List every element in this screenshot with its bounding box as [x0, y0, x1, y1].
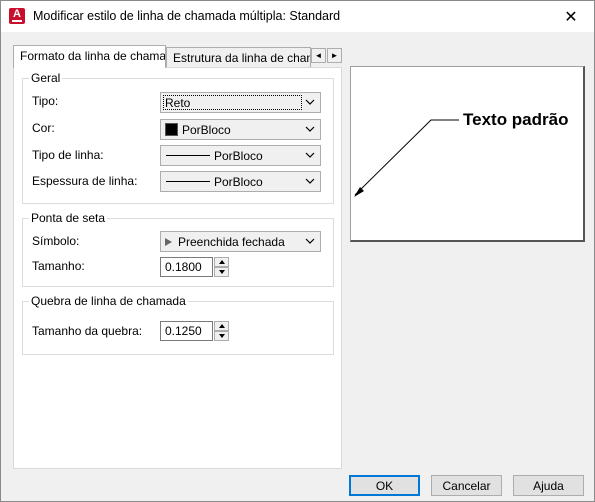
chevron-down-icon	[305, 99, 315, 105]
preview-text: Texto padrão	[463, 110, 569, 129]
close-button[interactable]: ✕	[548, 1, 594, 32]
window-title: Modificar estilo de linha de chamada múl…	[33, 9, 341, 23]
color-label: Cor:	[32, 121, 55, 135]
type-value: Reto	[165, 96, 191, 110]
break-size-input[interactable]: 0.1250	[160, 321, 213, 341]
linetype-dropdown[interactable]: PorBloco	[160, 145, 321, 166]
line-sample-icon	[166, 181, 210, 182]
break-size-stepper: 0.1250	[160, 321, 230, 341]
tab-scroll-left-button[interactable]: ◄	[311, 48, 326, 63]
color-dropdown[interactable]: PorBloco	[160, 119, 321, 140]
chevron-down-icon	[305, 152, 315, 158]
arrow-size-stepper: 0.1800	[160, 257, 230, 277]
spinner-buttons	[214, 257, 229, 277]
lineweight-label: Espessura de linha:	[32, 174, 138, 188]
chevron-down-icon	[305, 238, 315, 244]
tab-leader-structure[interactable]: Estrutura da linha de chamada	[166, 47, 311, 68]
decrement-button[interactable]	[214, 267, 229, 277]
type-label: Tipo:	[32, 94, 59, 108]
symbol-value-wrap: Preenchida fechada	[165, 235, 285, 249]
tab-scroll-right-button[interactable]: ►	[327, 48, 342, 63]
preview-pane: Texto padrão	[350, 66, 585, 242]
linetype-value: PorBloco	[214, 149, 263, 163]
arrowhead-icon	[165, 238, 172, 246]
lineweight-dropdown[interactable]: PorBloco	[160, 171, 321, 192]
tab-label: Formato da linha de chamada	[20, 49, 166, 63]
tab-panel: Geral Tipo: Reto Cor: PorBloco Tipo de l…	[13, 67, 342, 469]
color-value-wrap: PorBloco	[165, 123, 231, 137]
chevron-down-icon	[305, 178, 315, 184]
increment-button[interactable]	[214, 257, 229, 267]
close-icon: ✕	[564, 8, 578, 26]
spinner-buttons	[214, 321, 229, 341]
help-button[interactable]: Ajuda	[513, 475, 584, 496]
cancel-button[interactable]: Cancelar	[431, 475, 502, 496]
chevron-down-icon	[305, 126, 315, 132]
color-swatch	[165, 123, 178, 136]
arrow-size-input[interactable]: 0.1800	[160, 257, 213, 277]
ok-button[interactable]: OK	[349, 475, 420, 496]
leader-preview-graphic	[354, 119, 459, 197]
symbol-label: Símbolo:	[32, 234, 80, 248]
autocad-app-icon	[9, 8, 25, 24]
chevron-right-icon: ►	[330, 51, 339, 60]
chevron-left-icon: ◄	[314, 51, 323, 60]
lineweight-value: PorBloco	[214, 175, 263, 189]
tab-leader-format[interactable]: Formato da linha de chamada	[13, 45, 166, 68]
tab-label: Estrutura da linha de chamada	[173, 51, 310, 65]
decrement-button[interactable]	[214, 331, 229, 341]
break-size-label: Tamanho da quebra:	[32, 324, 143, 338]
arrow-size-label: Tamanho:	[32, 259, 85, 273]
symbol-value: Preenchida fechada	[178, 235, 285, 249]
group-title: Ponta de seta	[29, 211, 108, 225]
dialog-window: Modificar estilo de linha de chamada múl…	[0, 0, 595, 502]
increment-button[interactable]	[214, 321, 229, 331]
group-title: Geral	[29, 71, 63, 85]
line-sample-icon	[166, 155, 210, 156]
type-dropdown[interactable]: Reto	[160, 92, 321, 113]
group-title: Quebra de linha de chamada	[29, 294, 188, 308]
title-bar: Modificar estilo de linha de chamada múl…	[1, 1, 594, 32]
symbol-dropdown[interactable]: Preenchida fechada	[160, 231, 321, 252]
color-value: PorBloco	[182, 123, 231, 137]
linetype-label: Tipo de linha:	[32, 148, 104, 162]
